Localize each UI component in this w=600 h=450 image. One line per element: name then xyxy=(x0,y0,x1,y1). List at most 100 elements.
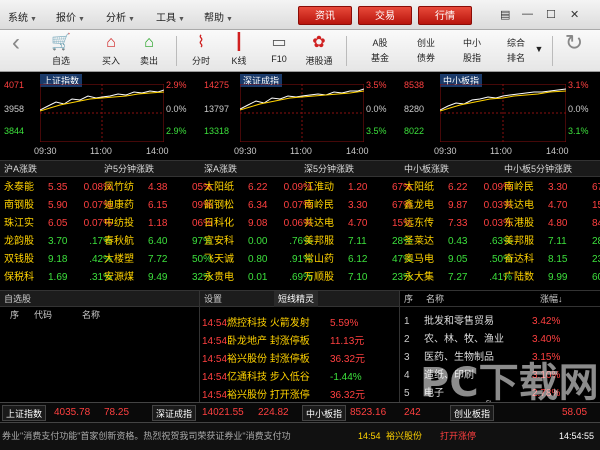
rank-row[interactable]: 共达电4.7015% xyxy=(304,215,412,233)
rank-row[interactable]: 保税科 1.69.31% xyxy=(4,269,112,287)
news-time: 14:54 xyxy=(202,336,228,347)
chart-shenzhen[interactable]: 深证成指 14275 13797 13318 3.5% 0.0% 3.5% 09… xyxy=(200,72,400,160)
toolbar-chinext[interactable]: 创业 债券 xyxy=(408,36,444,66)
rank-row[interactable]: 奋达科 8.15 23% xyxy=(504,251,600,269)
rank-row[interactable]: 美邦服7.1128% xyxy=(504,233,600,251)
rank-row[interactable]: 永大集 7.27.41% xyxy=(404,269,512,287)
rank-row[interactable]: 南岭民3.3067% xyxy=(504,179,600,197)
rank-head-sh-a[interactable]: 沪A涨跌 xyxy=(0,161,100,177)
rank-head-sme[interactable]: 中小板涨跌 xyxy=(400,161,500,177)
rank-head-sz-5min[interactable]: 深5分钟涨跌 xyxy=(300,161,400,177)
chart-sme[interactable]: 中小板指 8538 8280 8022 3.1% 0.0% 3.1% 09:30… xyxy=(400,72,600,160)
news-ticker[interactable]: 券业"消费支付功能"首家创新资格。热烈祝贺我司荣获证券业"消费支付功 14:54… xyxy=(0,422,600,450)
rank-row[interactable]: 东港股 4.80 84% xyxy=(504,215,600,233)
rank-row[interactable]: 万顺股 7.10 23% xyxy=(304,269,412,287)
status-sh-label[interactable]: 上证指数 xyxy=(2,405,47,421)
rank-head-sz-a[interactable]: 深A涨跌 xyxy=(200,161,300,177)
rank-row[interactable]: 南岭民3.3067% xyxy=(304,197,412,215)
news-item[interactable]: 14:54燃控科技 火箭发射 5.59% xyxy=(202,315,358,333)
sector-row[interactable]: 1 批发和零售贸易 3.42% xyxy=(404,313,560,331)
toolbar-ranking[interactable]: 综合 排名 xyxy=(498,36,534,66)
status-cy-label[interactable]: 创业板指 xyxy=(450,405,495,421)
rank-row[interactable]: 鑫龙电 9.87 0.03% xyxy=(404,197,512,215)
stock-price: 7.10 xyxy=(348,272,368,283)
rank-row[interactable]: 广陆数 9.99 60% xyxy=(504,269,600,287)
rank-row[interactable]: 龙韵股 3.70.17% xyxy=(4,233,112,251)
toolbar-timeshare[interactable]: ⌇ 分时 xyxy=(184,32,218,67)
rank-row[interactable]: 美邦服7.1128% xyxy=(304,233,412,251)
stock-name: 南岭民 xyxy=(504,182,534,193)
stock-price: 1.69 xyxy=(48,272,68,283)
news-stock: 裕兴股份 xyxy=(227,390,268,401)
rank-row[interactable]: 共达电4.7015% xyxy=(504,197,600,215)
maximize-icon[interactable]: ☐ xyxy=(546,8,556,21)
rank-row[interactable]: 圣莱达 0.43.63% xyxy=(404,233,512,251)
rank-row[interactable]: 春秋航 6.40 97% xyxy=(104,233,212,251)
news-item[interactable]: 14:54卧龙地产 封涨停板 11.13元 xyxy=(202,333,364,351)
rank-row[interactable]: 奥马电 9.05.50% xyxy=(404,251,512,269)
toolbar-watchlist[interactable]: 🛒 自选 xyxy=(44,32,78,67)
stock-price: 0.00 xyxy=(248,236,268,247)
stock-name: 远东传 xyxy=(404,218,434,229)
settings-icon[interactable]: ▤ xyxy=(500,8,510,21)
toolbar-sme[interactable]: 中小 股指 xyxy=(454,36,490,66)
back-button[interactable]: ‹ xyxy=(4,31,28,55)
news-event: 火箭发射 xyxy=(269,318,310,329)
rank-row[interactable]: 安源煤 9.49 32% xyxy=(104,269,212,287)
rank-row[interactable]: 江淮动 1.20 67% xyxy=(304,179,412,197)
menu-help[interactable]: 帮助 ▼ xyxy=(204,9,233,24)
stock-name: 凤竹纺 xyxy=(104,182,134,193)
rank-row[interactable]: 常山药 6.12 47% xyxy=(304,251,412,269)
stock-name: 南钢股 xyxy=(4,200,34,211)
chart-zero-pct: 0.0% xyxy=(568,104,589,114)
toolbar-f10[interactable]: ▭ F10 xyxy=(262,32,296,64)
menu-system[interactable]: 系统 ▼ xyxy=(8,9,37,24)
rank-row[interactable]: 宜安科 0.00.76% xyxy=(204,233,312,251)
rank-row[interactable]: 双钱股 9.18.42% xyxy=(4,251,112,269)
news-button[interactable]: 资讯 xyxy=(298,6,352,25)
news-item[interactable]: 14:54裕兴股份 封涨停板 36.32元 xyxy=(202,351,365,369)
rank-row[interactable]: 飞天诚 0.80.91% xyxy=(204,251,312,269)
rank-head-sme-5min[interactable]: 中小板5分钟涨跌 xyxy=(500,161,600,177)
rank-row[interactable]: 永贵电 0.01.69% xyxy=(204,269,312,287)
sector-row[interactable]: 2 农、林、牧、渔业 3.40% xyxy=(404,331,560,349)
ranking-dropdown[interactable]: ▼ xyxy=(532,44,546,54)
stock-price: 8.15 xyxy=(548,254,568,265)
stock-name: 太阳纸 xyxy=(404,182,434,193)
menu-analysis[interactable]: 分析 ▼ xyxy=(106,9,135,24)
toolbar-sell[interactable]: ⌂ 卖出 xyxy=(132,32,166,67)
minimize-icon[interactable]: — xyxy=(522,8,533,20)
toolbar-a-share[interactable]: A股 基金 xyxy=(362,36,398,66)
rank-row[interactable]: 凤竹纺 4.38 05% xyxy=(104,179,212,197)
rank-row[interactable]: 大楼塑 7.72 50% xyxy=(104,251,212,269)
stock-name: 日科化 xyxy=(204,218,234,229)
watchlist-tab[interactable]: 自选股 xyxy=(0,291,199,307)
status-sz-label[interactable]: 深证成指 xyxy=(152,405,197,421)
rank-row[interactable]: 南钢股 5.90 0.07% xyxy=(4,197,112,215)
status-zx-label[interactable]: 中小板指 xyxy=(302,405,347,421)
menu-quote[interactable]: 报价 ▼ xyxy=(56,9,85,24)
refresh-button[interactable]: ↻ xyxy=(560,32,588,54)
rank-row[interactable]: 韶钢松 6.34 0.07% xyxy=(204,197,312,215)
settings-tab[interactable]: 设置 xyxy=(204,294,222,304)
toolbar-buy[interactable]: ⌂ 买入 xyxy=(94,32,128,67)
rank-row[interactable]: 迪康药 6.15 09% xyxy=(104,197,212,215)
rank-row[interactable]: 永泰能 5.35 0.08% xyxy=(4,179,112,197)
toolbar-hk-connect[interactable]: ✿ 港股通 xyxy=(302,32,336,67)
index-charts: 上证指数 4071 3958 3844 2.9% 0.0% 2.9% 09:30… xyxy=(0,72,600,160)
rank-row[interactable]: 珠江实 6.05 0.07% xyxy=(4,215,112,233)
market-button[interactable]: 行情 xyxy=(418,6,472,25)
rank-row[interactable]: 太阳纸 6.22 0.09% xyxy=(404,179,512,197)
rank-head-sh-5min[interactable]: 沪5分钟涨跌 xyxy=(100,161,200,177)
close-icon[interactable]: ✕ xyxy=(570,8,579,21)
rank-row[interactable]: 太阳纸 6.22 0.09% xyxy=(204,179,312,197)
chart-shanghai[interactable]: 上证指数 4071 3958 3844 2.9% 0.0% 2.9% 09:30… xyxy=(0,72,200,160)
news-item[interactable]: 14:54亿通科技 步入低谷 -1.44% xyxy=(202,369,362,387)
toolbar-kline[interactable]: ┃ K线 xyxy=(222,32,256,67)
menu-tools[interactable]: 工具 ▼ xyxy=(156,9,185,24)
trade-button[interactable]: 交易 xyxy=(358,6,412,25)
rank-row[interactable]: 中纺投 1.18 06% xyxy=(104,215,212,233)
short-term-tab[interactable]: 短线精灵 xyxy=(274,291,319,307)
rank-row[interactable]: 日科化 9.08 0.06% xyxy=(204,215,312,233)
rank-row[interactable]: 远东传 7.33 0.03% xyxy=(404,215,512,233)
